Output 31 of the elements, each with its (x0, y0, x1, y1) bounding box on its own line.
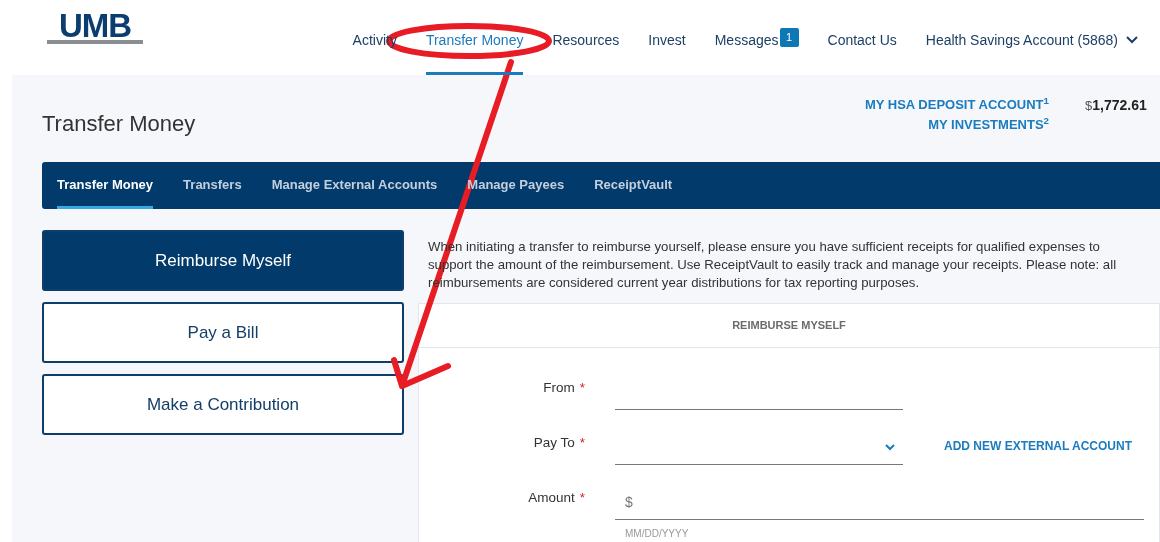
tab[interactable]: ReceiptVault (594, 162, 673, 209)
field-label: Pay To (533, 433, 575, 452)
tab[interactable]: Transfer Money (57, 162, 154, 209)
required-mark: * (579, 378, 585, 397)
required-mark: * (579, 488, 585, 507)
account-link[interactable]: MY HSA DEPOSIT ACCOUNT$^{1}$ (864, 95, 1049, 115)
add-account-link[interactable]: ADD NEW EXTERNAL ACCOUNT (944, 437, 1132, 465)
action-button[interactable]: Reimburse Myself (42, 230, 404, 291)
chevron-down-icon (1126, 36, 1138, 44)
form-title: REIMBURSE MYSELF (419, 304, 1159, 348)
account-link[interactable]: MY INVESTMENTS$^{2}$ (928, 115, 1049, 135)
field-label: Amount (528, 488, 575, 507)
balance-amount: 1,772.61 (1092, 97, 1147, 113)
field-label: From (543, 378, 575, 397)
currency-symbol: $ (1085, 98, 1093, 113)
nav-link[interactable]: Messages 1 (714, 0, 799, 75)
required-mark: * (579, 433, 585, 452)
nav-link-label: Messages (714, 30, 779, 50)
nav-link[interactable]: Resources (552, 0, 620, 75)
amount-field[interactable]: $ (615, 486, 1144, 520)
page-title: Transfer Money (42, 110, 197, 138)
count-badge: 1 (779, 27, 799, 47)
nav-link[interactable]: Contact Us (827, 0, 897, 75)
action-button[interactable]: Make a Contribution (42, 374, 404, 435)
tab[interactable]: Manage External Accounts (271, 162, 438, 209)
action-button[interactable]: Pay a Bill (42, 302, 404, 363)
nav-link[interactable]: Invest (648, 0, 686, 75)
chevron-down-icon (885, 444, 895, 451)
logo[interactable]: UMB (47, 12, 143, 44)
tab[interactable]: Transfers (183, 162, 242, 209)
account-dropdown[interactable]: Health Savings Account (5868) (925, 0, 1138, 75)
